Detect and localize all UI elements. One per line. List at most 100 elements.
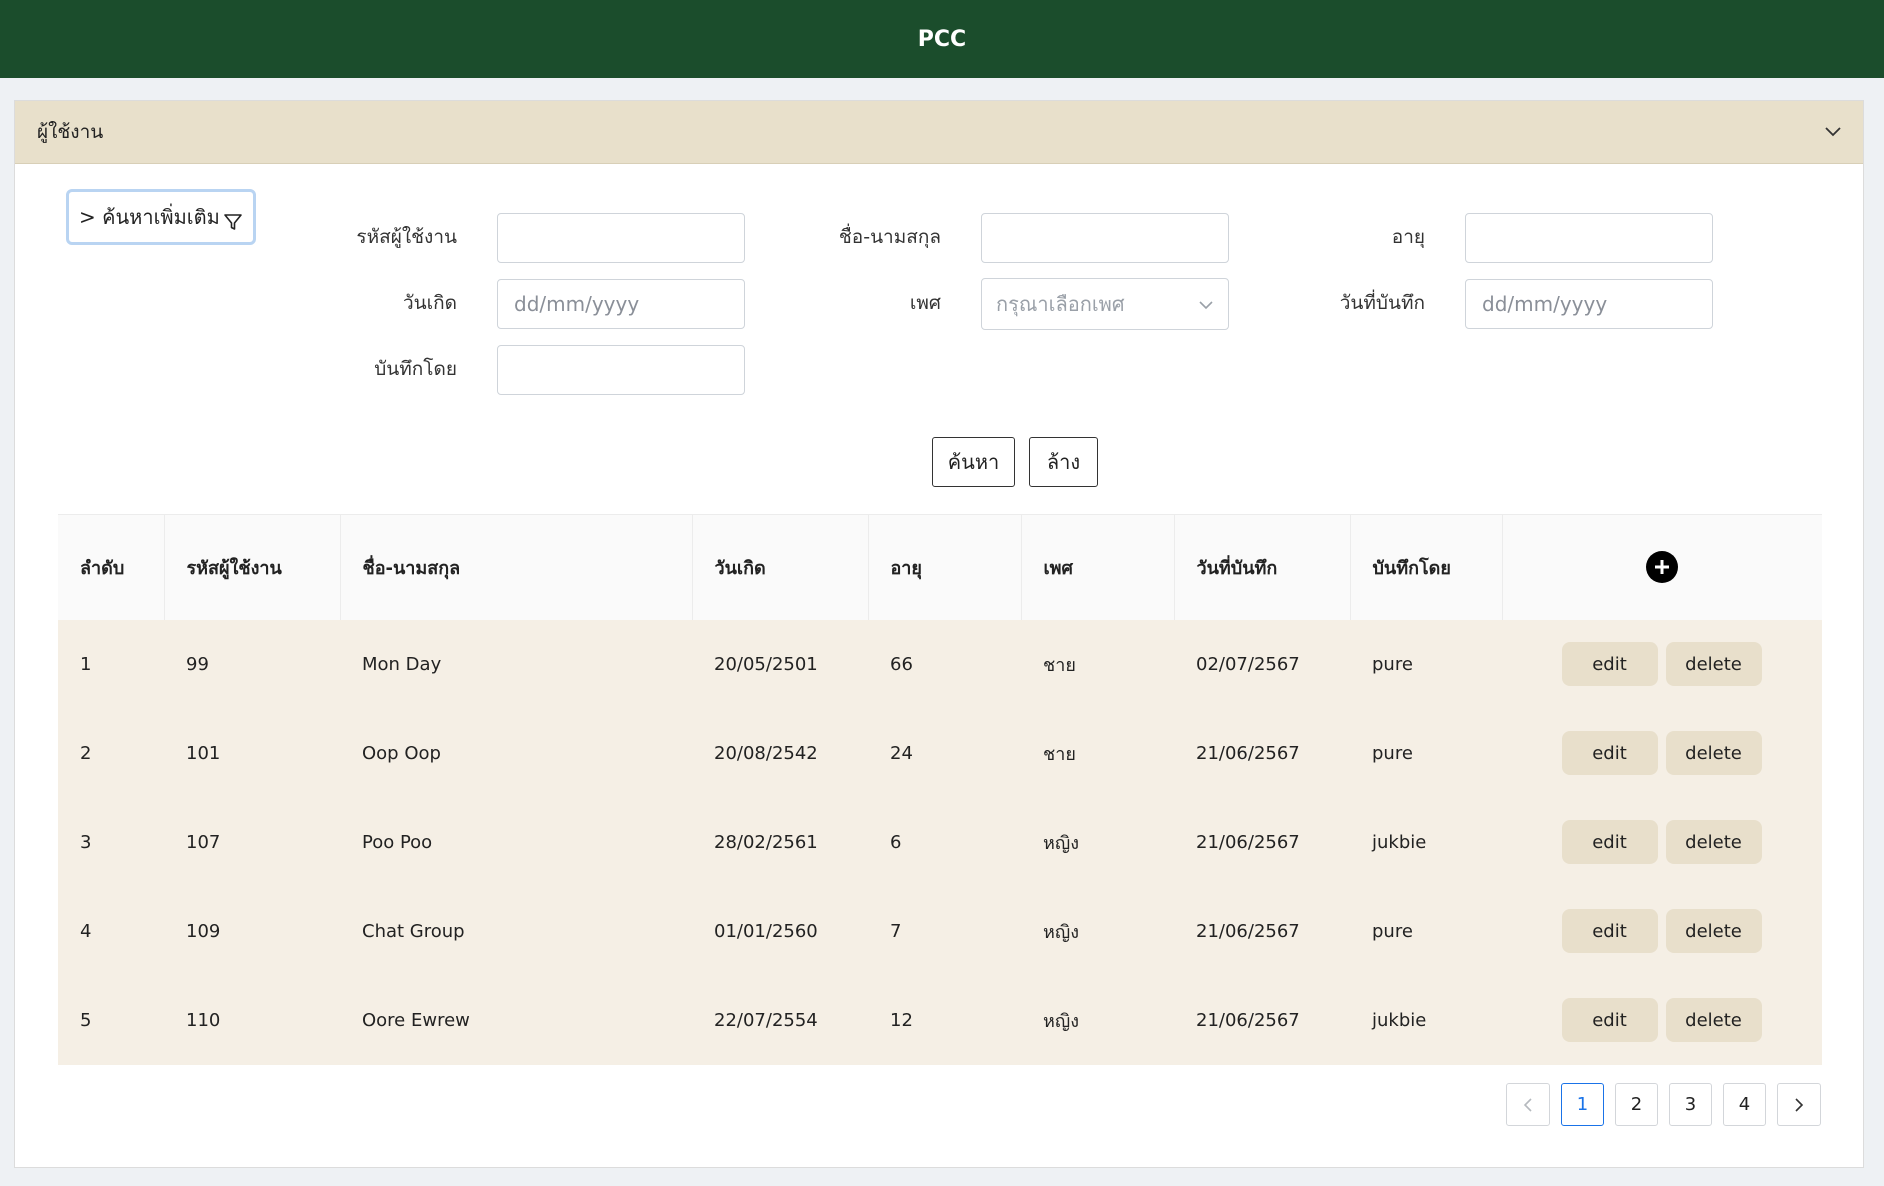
cell-age: 6 [890, 831, 902, 853]
cell-recorded: 21/06/2567 [1196, 1009, 1300, 1031]
age-label: อายุ [1391, 226, 1425, 248]
chevron-down-icon[interactable] [1823, 121, 1843, 141]
cell-age: 12 [890, 1009, 913, 1031]
pagination: 1 2 3 4 [1506, 1083, 1821, 1126]
column-header: บันทึกโดย [1350, 514, 1503, 620]
table-row: 5 110 Oore Ewrew 22/07/2554 12 หญิง 21/0… [58, 975, 1822, 1065]
cell-birth: 01/01/2560 [714, 920, 818, 942]
column-header: เพศ [1021, 514, 1175, 620]
table-header-row: ลำดับ รหัสผู้ใช้งาน ชื่อ-นามสกุล วันเกิด… [58, 514, 1822, 620]
cell-actions: edit delete [1502, 976, 1822, 1065]
edit-button[interactable]: edit [1561, 820, 1658, 864]
panel-header[interactable]: ผู้ใช้งาน [15, 101, 1863, 164]
page-button-1[interactable]: 1 [1561, 1083, 1604, 1126]
cell-birth: 20/08/2542 [714, 742, 818, 764]
page-button-3[interactable]: 3 [1669, 1083, 1712, 1126]
age-input[interactable] [1465, 213, 1713, 263]
cell-by: pure [1372, 742, 1413, 764]
cell-recorded: 21/06/2567 [1196, 742, 1300, 764]
cell-gender: ชาย [1043, 654, 1076, 676]
table-row: 2 101 Oop Oop 20/08/2542 24 ชาย 21/06/25… [58, 708, 1822, 798]
add-column-header [1502, 514, 1822, 620]
cell-no: 3 [80, 831, 92, 853]
cell-user-id: 99 [186, 653, 209, 675]
cell-by: pure [1372, 920, 1413, 942]
column-header: ชื่อ-นามสกุล [340, 514, 693, 620]
prev-page-button[interactable] [1506, 1083, 1550, 1126]
column-header: อายุ [868, 514, 1022, 620]
recorded-by-label: บันทึกโดย [374, 358, 457, 380]
cell-actions: edit delete [1502, 620, 1822, 709]
recorded-by-input[interactable] [497, 345, 745, 395]
full-name-input[interactable] [981, 213, 1229, 263]
cell-actions: edit delete [1502, 709, 1822, 798]
table-row: 4 109 Chat Group 01/01/2560 7 หญิง 21/06… [58, 886, 1822, 976]
column-header: วันที่บันทึก [1174, 514, 1351, 620]
cell-recorded: 02/07/2567 [1196, 653, 1300, 675]
users-table: ลำดับ รหัสผู้ใช้งาน ชื่อ-นามสกุล วันเกิด… [58, 514, 1822, 1065]
clear-button[interactable]: ล้าง [1029, 437, 1098, 487]
cell-user-id: 109 [186, 920, 221, 942]
cell-user-id: 107 [186, 831, 221, 853]
page-button-4[interactable]: 4 [1723, 1083, 1766, 1126]
chevron-down-icon [1199, 301, 1213, 310]
cell-no: 1 [80, 653, 92, 675]
cell-user-id: 101 [186, 742, 221, 764]
gender-select[interactable]: กรุณาเลือกเพศ [981, 278, 1229, 330]
cell-gender: หญิง [1043, 1010, 1079, 1032]
record-date-input[interactable] [1465, 279, 1713, 329]
next-page-button[interactable] [1777, 1083, 1821, 1126]
cell-gender: ชาย [1043, 743, 1076, 765]
cell-no: 4 [80, 920, 92, 942]
page-button-2[interactable]: 2 [1615, 1083, 1658, 1126]
cell-name: Chat Group [362, 920, 465, 942]
chevron-right-icon [1795, 1097, 1804, 1112]
cell-actions: edit delete [1502, 798, 1822, 887]
edit-button[interactable]: edit [1561, 909, 1658, 953]
column-header: วันเกิด [692, 514, 869, 620]
birth-date-label: วันเกิด [403, 292, 457, 314]
full-name-label: ชื่อ-นามสกุล [838, 226, 941, 248]
filter-icon [224, 214, 242, 230]
user-id-label: รหัสผู้ใช้งาน [356, 226, 457, 248]
delete-button[interactable]: delete [1665, 998, 1762, 1042]
add-user-icon[interactable] [1645, 551, 1678, 584]
advanced-search-label: > ค้นหาเพิ่มเติม [79, 205, 220, 229]
cell-gender: หญิง [1043, 832, 1079, 854]
user-id-input[interactable] [497, 213, 745, 263]
edit-button[interactable]: edit [1561, 731, 1658, 775]
app-header: PCC [0, 0, 1884, 78]
delete-button[interactable]: delete [1665, 820, 1762, 864]
edit-button[interactable]: edit [1561, 642, 1658, 686]
record-date-label: วันที่บันทึก [1339, 292, 1425, 314]
cell-age: 66 [890, 653, 913, 675]
cell-no: 5 [80, 1009, 92, 1031]
cell-recorded: 21/06/2567 [1196, 920, 1300, 942]
delete-button[interactable]: delete [1665, 731, 1762, 775]
search-button[interactable]: ค้นหา [932, 437, 1015, 487]
panel-title: ผู้ใช้งาน [37, 121, 104, 143]
advanced-search-toggle[interactable]: > ค้นหาเพิ่มเติม [66, 189, 256, 245]
delete-button[interactable]: delete [1665, 642, 1762, 686]
cell-age: 7 [890, 920, 902, 942]
cell-gender: หญิง [1043, 921, 1079, 943]
cell-name: Poo Poo [362, 831, 433, 853]
cell-birth: 20/05/2501 [714, 653, 818, 675]
cell-user-id: 110 [186, 1009, 221, 1031]
cell-by: jukbie [1372, 831, 1427, 853]
cell-by: pure [1372, 653, 1413, 675]
delete-button[interactable]: delete [1665, 909, 1762, 953]
cell-actions: edit delete [1502, 887, 1822, 976]
birth-date-input[interactable] [497, 279, 745, 329]
column-header: รหัสผู้ใช้งาน [164, 514, 341, 620]
edit-button[interactable]: edit [1561, 998, 1658, 1042]
cell-recorded: 21/06/2567 [1196, 831, 1300, 853]
table-row: 1 99 Mon Day 20/05/2501 66 ชาย 02/07/256… [58, 619, 1822, 709]
app-title: PCC [917, 26, 967, 52]
table-row: 3 107 Poo Poo 28/02/2561 6 หญิง 21/06/25… [58, 797, 1822, 887]
cell-no: 2 [80, 742, 92, 764]
column-header: ลำดับ [58, 514, 165, 620]
gender-select-placeholder: กรุณาเลือกเพศ [996, 292, 1125, 316]
cell-birth: 22/07/2554 [714, 1009, 818, 1031]
gender-label: เพศ [909, 292, 941, 314]
